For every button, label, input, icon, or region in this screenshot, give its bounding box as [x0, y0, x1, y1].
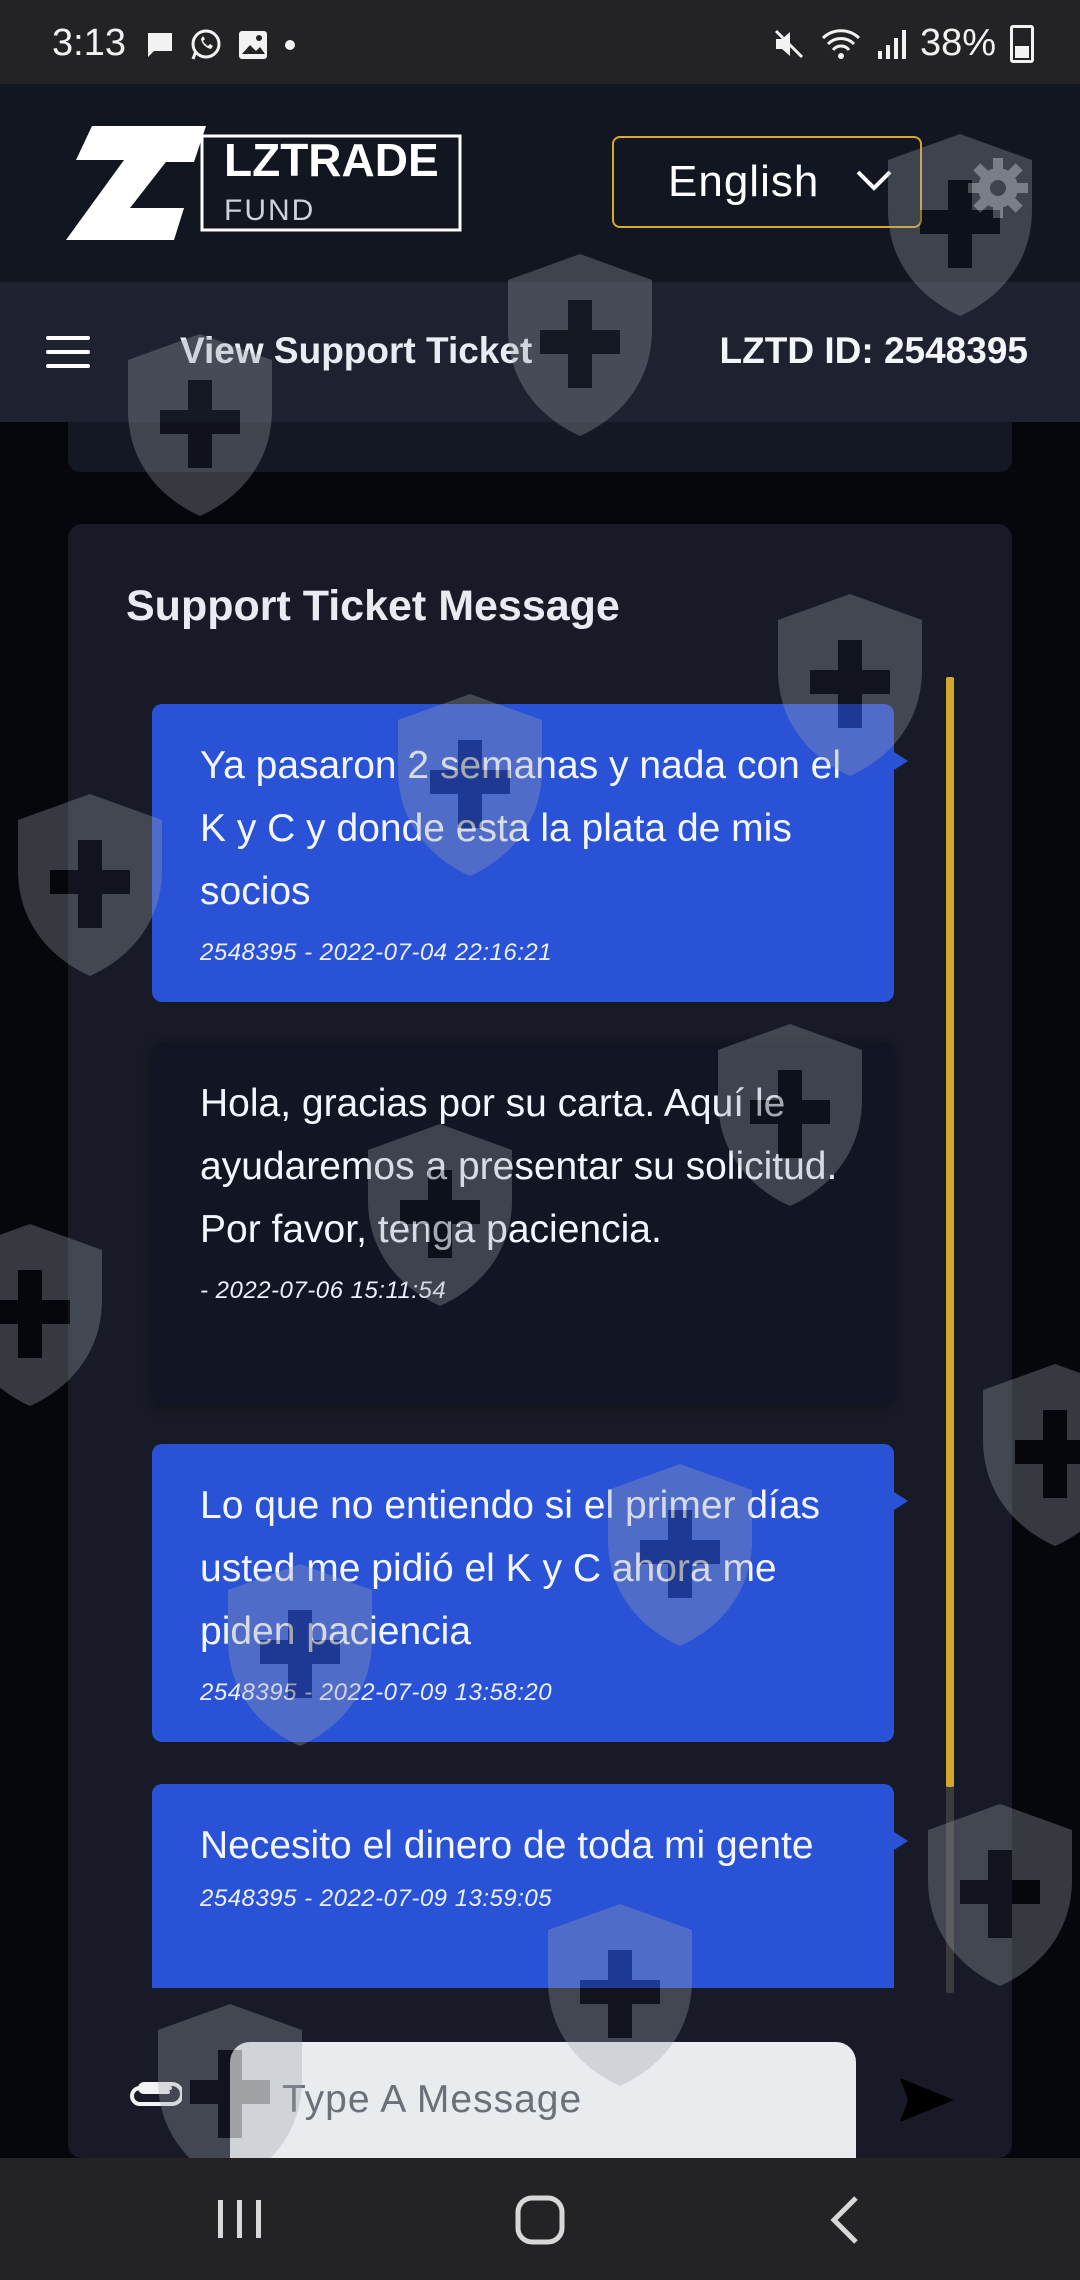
battery-percent: 38% — [919, 22, 996, 64]
wifi-icon — [821, 28, 860, 59]
message-meta: 2548395 - 2022-07-09 13:58:20 — [200, 1679, 553, 1706]
brand-header: LZTRADE FUND English — [0, 84, 1080, 282]
message-meta: 2548395 - 2022-07-04 22:16:21 — [200, 939, 553, 966]
logo-sub-text: FUND — [224, 194, 315, 227]
mute-icon — [774, 29, 803, 58]
message-text: Lo que no entiendo si el primer días ust… — [200, 1484, 821, 1653]
message-bubble-user: Necesito el dinero de toda mi gente 2548… — [152, 1784, 908, 1988]
chevron-down-icon — [856, 170, 892, 191]
message-meta: 2548395 - 2022-07-09 13:59:05 — [200, 1885, 553, 1912]
message-text: Necesito el dinero de toda mi gente — [200, 1824, 814, 1867]
message-icon — [148, 33, 172, 57]
system-nav-bar — [0, 2158, 1080, 2280]
whatsapp-icon — [191, 29, 221, 60]
menu-icon[interactable] — [46, 336, 90, 378]
message-text: Ya pasaron 2 semanas y nada con el K y C… — [200, 744, 842, 913]
send-icon[interactable] — [898, 2076, 956, 2124]
status-time: 3:13 — [52, 22, 126, 64]
battery-icon — [1010, 24, 1034, 63]
gallery-icon — [239, 31, 267, 59]
ticket-card: Support Ticket Message Ya pasaron 2 sema… — [68, 524, 1012, 2158]
nav-bar: View Support Ticket LZTD ID: 2548395 — [0, 282, 1080, 422]
paperclip-icon[interactable] — [126, 2076, 182, 2112]
status-bar: 3:13 38% — [0, 0, 1080, 84]
message-input[interactable] — [230, 2042, 856, 2158]
logo-main-text: LZTRADE — [224, 134, 439, 186]
gear-icon[interactable] — [966, 156, 1030, 220]
scrollbar-thumb[interactable] — [946, 677, 954, 1787]
account-id: LZTD ID: 2548395 — [719, 330, 1028, 371]
lztrade-logo[interactable]: LZTRADE FUND — [66, 122, 466, 246]
message-bubble-user: Lo que no entiendo si el primer días ust… — [152, 1444, 908, 1742]
message-list[interactable]: Ya pasaron 2 semanas y nada con el K y C… — [68, 524, 1012, 1988]
message-bubble-agent: Hola, gracias por su carta. Aquí le ayud… — [152, 1042, 894, 1406]
previous-card — [68, 422, 1012, 472]
recent-apps-icon[interactable] — [212, 2194, 268, 2244]
language-select-value: English — [668, 157, 820, 206]
language-select[interactable]: English — [612, 136, 922, 228]
dot-icon — [285, 40, 295, 50]
message-meta: - 2022-07-06 15:11:54 — [200, 1277, 447, 1304]
message-text: Hola, gracias por su carta. Aquí le ayud… — [200, 1082, 838, 1251]
home-icon[interactable] — [514, 2194, 566, 2246]
back-icon[interactable] — [826, 2194, 866, 2246]
message-bubble-user: Ya pasaron 2 semanas y nada con el K y C… — [152, 704, 908, 1002]
page-title: View Support Ticket — [180, 330, 533, 371]
signal-icon — [877, 29, 906, 59]
